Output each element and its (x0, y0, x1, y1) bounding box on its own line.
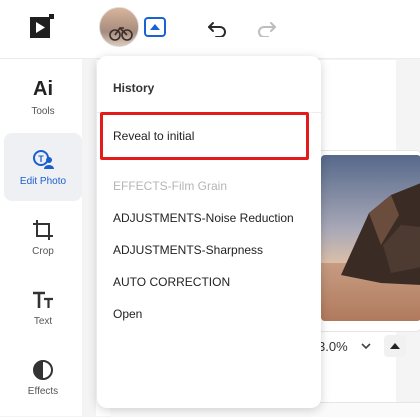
sidebar-item-crop[interactable]: Crop (4, 203, 82, 271)
redo-icon[interactable] (255, 19, 277, 37)
photo-preview (321, 155, 420, 321)
history-item-open[interactable]: Open (113, 307, 142, 321)
sidebar-item-label: Text (33, 315, 53, 327)
undo-icon[interactable] (207, 19, 229, 37)
sidebar-item-label: Tools (31, 105, 55, 117)
history-title: History (113, 81, 155, 95)
chevron-down-icon[interactable] (360, 340, 372, 352)
avatar[interactable] (99, 7, 139, 47)
sidebar-item-edit-photo[interactable]: T Edit Photo (4, 133, 82, 201)
history-item-auto-correction[interactable]: AUTO CORRECTION (113, 275, 230, 289)
photo-canvas[interactable] (316, 150, 420, 332)
history-dropdown: History Reveal to initial EFFECTS-Film G… (97, 56, 321, 408)
sidebar-item-label: Edit Photo (19, 175, 67, 187)
sidebar-item-text[interactable]: Text (4, 273, 82, 341)
sidebar-item-tools[interactable]: Ai Tools (4, 63, 82, 131)
app-logo-icon[interactable] (29, 14, 55, 40)
ai-icon: Ai (33, 78, 53, 100)
history-item-reveal-to-initial[interactable]: Reveal to initial (113, 129, 194, 143)
crop-icon (33, 219, 53, 240)
zoom-in-button[interactable] (383, 335, 406, 357)
history-item-film-grain: EFFECTS-Film Grain (113, 179, 227, 193)
history-item-noise-reduction[interactable]: ADJUSTMENTS-Noise Reduction (113, 211, 294, 225)
caret-up-icon (389, 343, 400, 349)
left-sidebar: Ai Tools T Edit Photo Crop Text Effects (0, 59, 82, 416)
zoom-value: 3.0% (318, 338, 348, 354)
top-bar (0, 0, 420, 59)
effects-icon (33, 359, 53, 380)
divider (97, 112, 321, 113)
sidebar-item-label: Crop (32, 245, 54, 257)
text-icon (33, 291, 53, 308)
caret-up-icon (150, 24, 160, 30)
svg-text:T: T (38, 154, 44, 164)
sidebar-item-effects[interactable]: Effects (4, 343, 82, 411)
history-toggle-button[interactable] (144, 17, 166, 37)
zoom-controls: 3.0% (316, 331, 420, 361)
history-item-sharpness[interactable]: ADJUSTMENTS-Sharpness (113, 243, 263, 257)
sidebar-item-label: Effects (27, 385, 59, 397)
edit-photo-icon: T (33, 149, 54, 169)
